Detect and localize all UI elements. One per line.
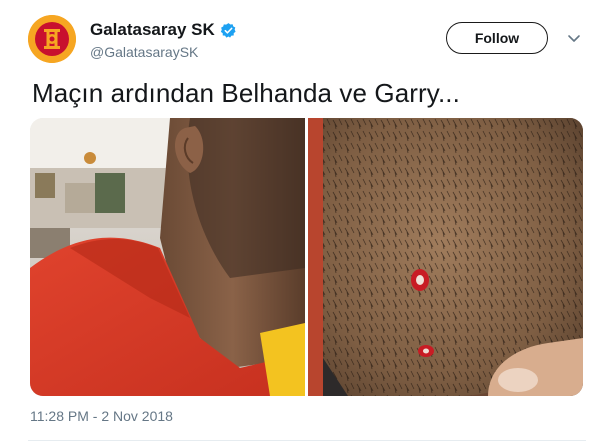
verified-badge-icon	[220, 22, 236, 38]
follow-button[interactable]: Follow	[446, 22, 548, 54]
chevron-down-icon[interactable]	[566, 30, 582, 46]
handle[interactable]: @GalatasaraySK	[90, 44, 198, 60]
leg-injury-image	[308, 118, 583, 396]
galatasaray-crest-icon	[28, 15, 76, 63]
display-name[interactable]: Galatasaray SK	[90, 20, 237, 40]
divider	[28, 440, 586, 441]
display-name-text: Galatasaray SK	[90, 20, 215, 39]
tweet-timestamp[interactable]: 11:28 PM - 2 Nov 2018	[30, 408, 173, 424]
tweet-media[interactable]	[30, 118, 583, 396]
neck-injury-photo[interactable]	[30, 118, 305, 396]
avatar[interactable]	[28, 15, 76, 63]
leg-injury-photo[interactable]	[308, 118, 583, 396]
tweet-text: Maçın ardından Belhanda ve Garry...	[32, 78, 460, 108]
neck-injury-image	[30, 118, 305, 396]
